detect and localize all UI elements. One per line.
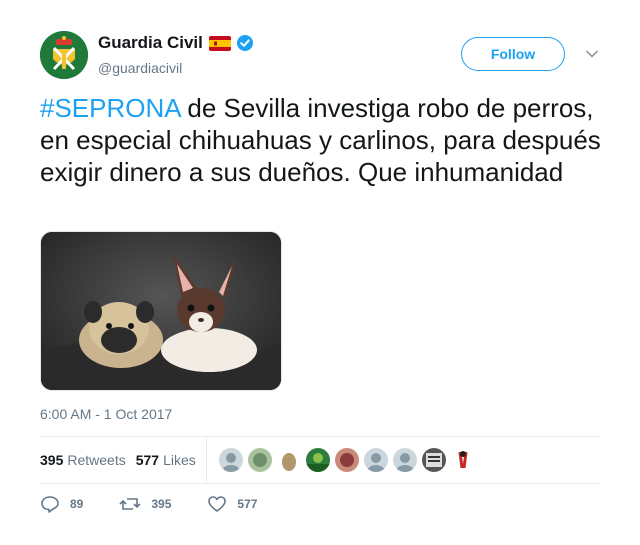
name-row: Guardia Civil <box>98 33 254 53</box>
chevron-down-icon[interactable] <box>585 47 599 61</box>
likes-stat[interactable]: 577 Likes <box>136 452 196 468</box>
divider-bottom <box>40 483 600 484</box>
likes-count: 577 <box>135 452 160 468</box>
retweets-stat[interactable]: 395 Retweets <box>40 452 126 468</box>
stats-row: 395 Retweets 577 Likes <box>40 437 600 483</box>
retweets-count: 395 <box>40 452 64 468</box>
verified-badge-icon <box>236 34 254 52</box>
user-handle[interactable]: @guardiacivil <box>98 60 182 76</box>
reply-icon <box>41 496 59 513</box>
reply-button[interactable]: 89 <box>40 494 83 514</box>
liker-avatar[interactable] <box>305 448 330 472</box>
reply-count: 89 <box>70 497 84 511</box>
liker-avatar[interactable] <box>421 448 446 472</box>
likes-label: Likes <box>163 452 196 468</box>
liker-avatar[interactable] <box>334 448 359 472</box>
stats-separator <box>205 437 207 483</box>
guardia-civil-logo-icon <box>40 31 88 79</box>
like-button[interactable]: 577 <box>207 494 257 514</box>
display-name[interactable]: Guardia Civil <box>98 33 203 53</box>
liker-avatar[interactable] <box>218 448 243 472</box>
tweet-media-image[interactable] <box>40 231 282 391</box>
hashtag-link[interactable]: #SEPRONA <box>40 93 180 123</box>
liker-avatar[interactable] <box>392 448 417 472</box>
tweet-timestamp[interactable]: 6:00 AM - 1 Oct 2017 <box>40 406 172 422</box>
tweet-text: #SEPRONA de Sevilla investiga robo de pe… <box>40 92 610 188</box>
liker-avatar[interactable] <box>247 448 272 472</box>
retweet-button[interactable]: 395 <box>119 494 171 514</box>
retweets-label: Retweets <box>67 452 126 468</box>
heart-icon <box>208 496 227 512</box>
liker-avatar[interactable] <box>450 448 475 472</box>
spain-flag-icon <box>208 35 231 51</box>
liker-avatar[interactable] <box>363 448 388 472</box>
follow-button[interactable]: Follow <box>461 37 565 71</box>
dogs-photo-icon <box>41 232 281 390</box>
liker-avatar[interactable] <box>276 448 301 472</box>
retweet-count: 395 <box>151 497 172 511</box>
like-count: 577 <box>237 497 258 511</box>
retweet-icon <box>119 498 141 510</box>
avatar[interactable] <box>40 31 88 79</box>
liker-avatars <box>218 448 480 472</box>
tweet-actions: 89 395 577 <box>40 494 293 514</box>
